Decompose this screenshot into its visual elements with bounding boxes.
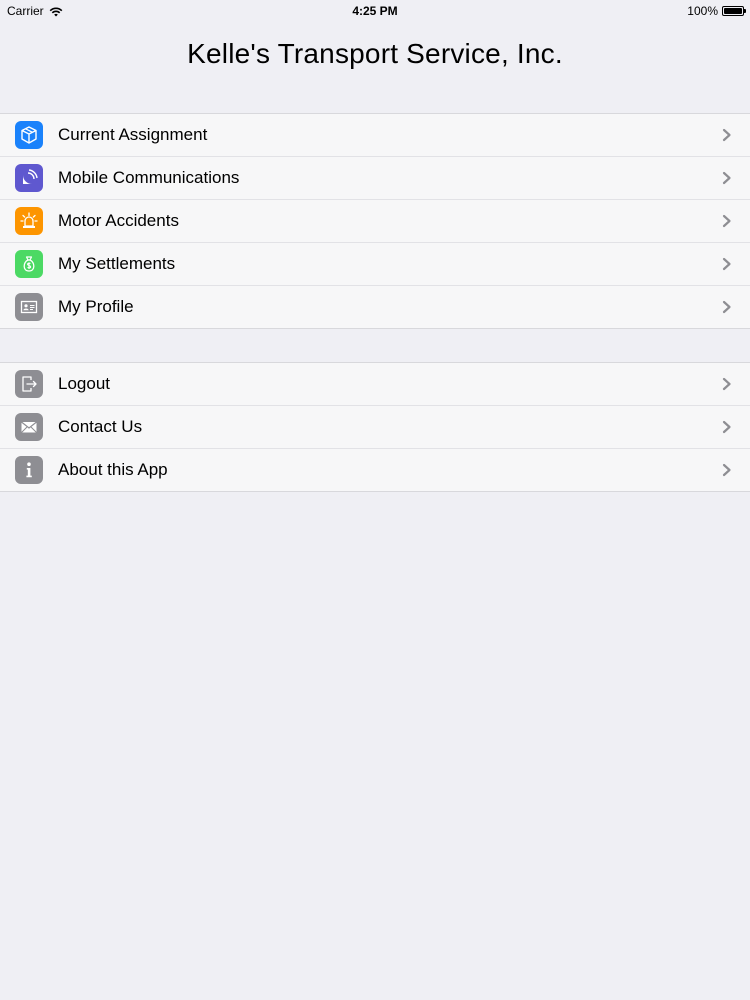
- app-screen: Carrier 4:25 PM 100% Kelle's Transport S…: [0, 0, 750, 1000]
- chevron-right-icon: [720, 213, 734, 229]
- envelope-icon: [15, 413, 43, 441]
- chevron-right-icon: [720, 170, 734, 186]
- menu-item-about-this-app[interactable]: About this App: [0, 449, 750, 491]
- chevron-right-icon: [720, 256, 734, 272]
- id-card-icon: [15, 293, 43, 321]
- menu-item-label: My Settlements: [58, 254, 176, 273]
- info-icon: [15, 456, 43, 484]
- satellite-dish-icon: [15, 164, 43, 192]
- menu-item-label: My Profile: [58, 297, 134, 316]
- menu-item-my-profile[interactable]: My Profile: [0, 286, 750, 328]
- logout-icon: [15, 370, 43, 398]
- status-bar: Carrier 4:25 PM 100%: [0, 0, 750, 22]
- menu-item-logout[interactable]: Logout: [0, 363, 750, 406]
- page-title: Kelle's Transport Service, Inc.: [187, 38, 563, 69]
- money-bag-icon: [15, 250, 43, 278]
- menu-group-main: Current Assignment Mobile Communications: [0, 113, 750, 329]
- battery-level-fill: [724, 8, 742, 14]
- menu-group-secondary: Logout Contact Us About this App: [0, 362, 750, 492]
- menu-item-mobile-communications[interactable]: Mobile Communications: [0, 157, 750, 200]
- menu-item-label: Contact Us: [58, 417, 143, 436]
- chevron-right-icon: [720, 462, 734, 478]
- menu-item-label: Logout: [58, 374, 110, 393]
- chevron-right-icon: [720, 127, 734, 143]
- menu-item-current-assignment[interactable]: Current Assignment: [0, 114, 750, 157]
- battery-percent: 100%: [687, 4, 718, 18]
- menu-item-label: About this App: [58, 460, 168, 479]
- menu-item-motor-accidents[interactable]: Motor Accidents: [0, 200, 750, 243]
- siren-icon: [15, 207, 43, 235]
- menu-item-label: Current Assignment: [58, 125, 208, 144]
- menu-item-label: Motor Accidents: [58, 211, 179, 230]
- chevron-right-icon: [720, 419, 734, 435]
- menu-item-contact-us[interactable]: Contact Us: [0, 406, 750, 449]
- box-icon: [15, 121, 43, 149]
- clock-time: 4:25 PM: [352, 4, 398, 18]
- status-right: 100%: [687, 4, 746, 18]
- menu-item-label: Mobile Communications: [58, 168, 240, 187]
- battery-icon: [722, 6, 746, 16]
- chevron-right-icon: [720, 299, 734, 315]
- menu-item-my-settlements[interactable]: My Settlements: [0, 243, 750, 286]
- chevron-right-icon: [720, 376, 734, 392]
